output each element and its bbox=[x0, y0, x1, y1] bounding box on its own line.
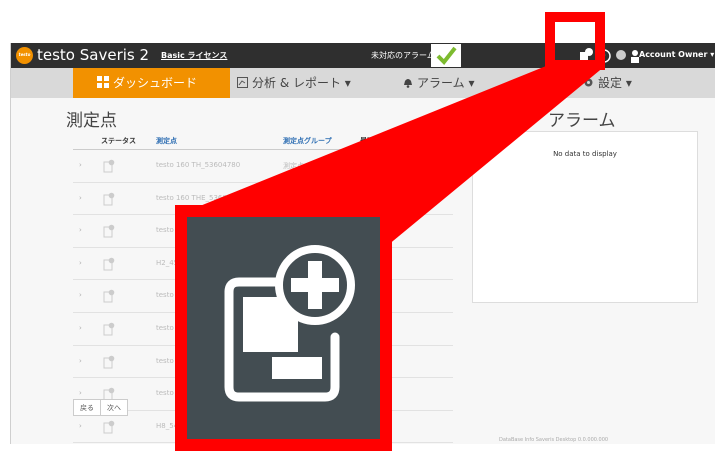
checkmark-icon bbox=[436, 46, 457, 66]
empty-message: No data to display bbox=[553, 150, 617, 158]
account-menu[interactable]: Account Owner ▾ bbox=[639, 50, 714, 59]
column-latest-value[interactable]: 最回の数値 bbox=[360, 136, 395, 146]
sensor-status-icon bbox=[103, 158, 115, 177]
alarms-table: 詳細 No data to display bbox=[472, 131, 698, 303]
measuring-point-group: 測定点の指定 bbox=[283, 162, 325, 170]
pagination: 戻る 次へ bbox=[73, 399, 128, 416]
measuring-point-name[interactable]: testo bbox=[156, 324, 174, 332]
measuring-point-name[interactable]: testo bbox=[156, 226, 174, 234]
notification-icon[interactable] bbox=[616, 50, 626, 60]
add-measuring-point-icon bbox=[224, 245, 355, 402]
gear-icon bbox=[583, 69, 594, 99]
expand-chevron-icon[interactable]: › bbox=[79, 259, 82, 267]
measuring-point-name[interactable]: testo 160 THE_53602413 bbox=[156, 194, 245, 202]
column-group[interactable]: 測定点グループ bbox=[283, 136, 332, 146]
table-row[interactable]: › testo 160 TH_53604780 測定点の指定 bbox=[73, 150, 453, 183]
dashboard-icon bbox=[97, 69, 109, 99]
sensor-status-icon bbox=[103, 191, 115, 210]
unhandled-alarms-label: 未対応のアラーム bbox=[371, 51, 435, 60]
measuring-point-group: 測定点の bbox=[283, 194, 311, 203]
column-measuring-point[interactable]: 測定点 bbox=[156, 136, 177, 146]
expand-chevron-icon[interactable]: › bbox=[79, 226, 82, 234]
top-bar: testo testo Saveris 2 Basic ライセンス 未対応のアラ… bbox=[11, 43, 715, 68]
expand-chevron-icon[interactable]: › bbox=[79, 422, 82, 430]
sensor-status-icon bbox=[103, 321, 115, 340]
measuring-point-name[interactable]: testo bbox=[156, 291, 174, 299]
measuring-points-title: 測定点 bbox=[66, 111, 117, 131]
chart-icon bbox=[237, 69, 248, 99]
table-header: ステータス 測定点 測定点グループ 最回の数値 bbox=[73, 131, 453, 150]
tab-settings-label: 設定 ▾ bbox=[598, 76, 632, 90]
tab-analysis-label: 分析 & レポート ▾ bbox=[252, 76, 351, 90]
expand-chevron-icon[interactable]: › bbox=[79, 194, 82, 202]
column-status[interactable]: ステータス bbox=[101, 136, 136, 146]
column-details[interactable]: 詳細 bbox=[479, 136, 493, 146]
license-link[interactable]: Basic ライセンス bbox=[161, 50, 227, 61]
zoomed-icon-panel bbox=[175, 205, 392, 451]
tab-alarms-label: アラーム ▾ bbox=[417, 76, 475, 90]
sensor-status-icon bbox=[103, 354, 115, 373]
measuring-point-name[interactable]: testo 160 TH_53604780 bbox=[156, 161, 240, 169]
expand-chevron-icon[interactable]: › bbox=[79, 291, 82, 299]
tab-settings[interactable]: 設定 ▾ bbox=[583, 68, 632, 98]
tab-dashboard-label: ダッシュボード bbox=[113, 76, 198, 90]
bell-icon bbox=[403, 69, 413, 99]
expand-chevron-icon[interactable]: › bbox=[79, 161, 82, 169]
expand-chevron-icon[interactable]: › bbox=[79, 357, 82, 365]
sensor-status-icon bbox=[103, 288, 115, 307]
user-icon[interactable] bbox=[631, 50, 639, 63]
tab-alarms[interactable]: アラーム ▾ bbox=[403, 68, 474, 98]
expand-chevron-icon[interactable]: › bbox=[79, 389, 82, 397]
tab-dashboard[interactable]: ダッシュボード bbox=[73, 68, 230, 98]
measuring-point-name[interactable]: testo bbox=[156, 357, 174, 365]
prev-page-button[interactable]: 戻る bbox=[74, 400, 100, 416]
measuring-point-name[interactable]: testo bbox=[156, 389, 174, 397]
footer-info: DataBase Info Saveris Desktop 0.0.000.00… bbox=[499, 437, 609, 443]
alarms-title: アラーム bbox=[548, 111, 616, 131]
alarm-status-button[interactable] bbox=[431, 44, 461, 67]
next-page-button[interactable]: 次へ bbox=[100, 400, 127, 416]
app-title: testo Saveris 2 bbox=[37, 46, 150, 64]
sensor-status-icon bbox=[103, 419, 115, 438]
main-nav: ダッシュボード 分析 & レポート ▾ アラーム ▾ 設定 ▾ bbox=[11, 68, 715, 98]
sensor-status-icon bbox=[103, 256, 115, 275]
expand-chevron-icon[interactable]: › bbox=[79, 324, 82, 332]
tab-analysis[interactable]: 分析 & レポート ▾ bbox=[237, 68, 351, 98]
testo-logo: testo bbox=[16, 47, 33, 64]
highlight-box bbox=[545, 12, 605, 70]
sensor-status-icon bbox=[103, 223, 115, 242]
